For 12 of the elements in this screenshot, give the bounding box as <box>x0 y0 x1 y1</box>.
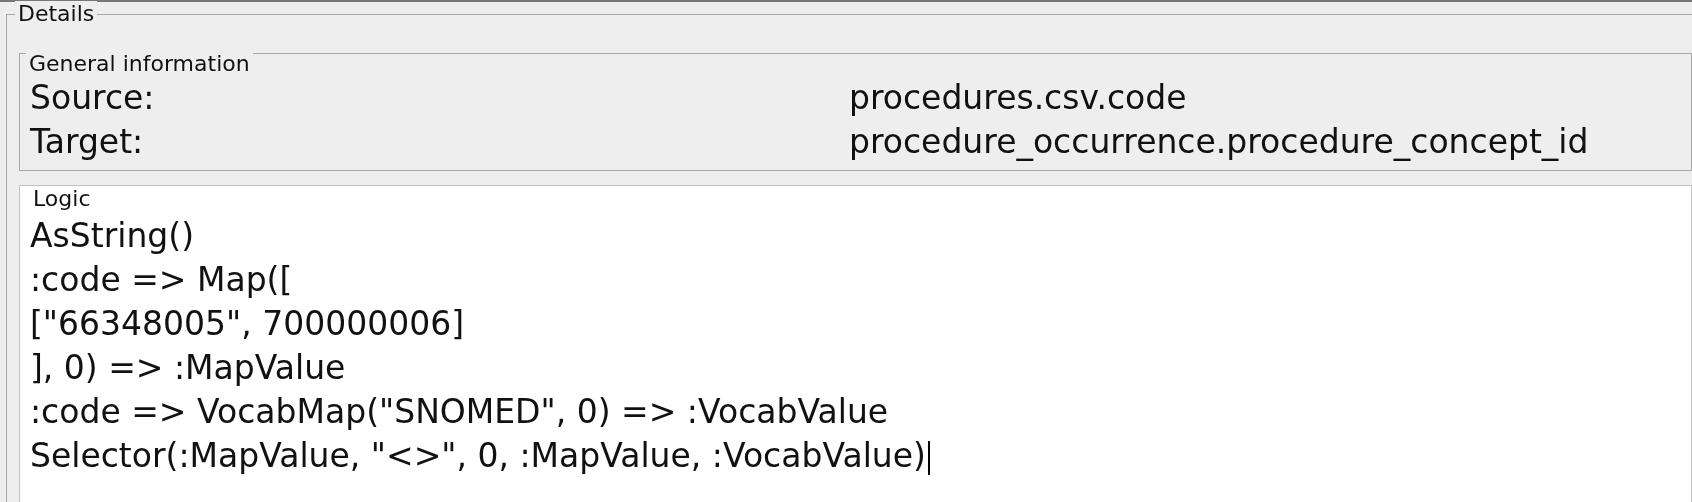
code-line: :code => Map([ <box>30 260 293 299</box>
field-label: Source: <box>30 77 156 119</box>
code-line: :code => VocabMap("SNOMED", 0) => :VocabValue <box>30 392 889 431</box>
field-label: Target: <box>30 121 145 163</box>
field-value: procedure_occurrence.procedure_concept_id <box>849 121 1589 163</box>
code-line: Selector(:MapValue, "<>", 0, :MapValue, :VocabValue) <box>30 436 926 475</box>
code-line: ["66348005", 700000006] <box>30 304 464 343</box>
code-line: AsString() <box>30 216 194 255</box>
logic-editor[interactable]: Logic AsString() :code => Map([ ["66348005", 700000006] ], 0) => :MapValue :code => VocabMap("SNOMED", 0) => :VocabValue Selector(:MapValue, "<>", 0, :MapValue, :VocabValue) <box>19 185 1692 502</box>
text-cursor <box>927 440 930 475</box>
code-line: ], 0) => :MapValue <box>30 348 346 387</box>
field-value: procedures.csv.code <box>849 77 1187 119</box>
